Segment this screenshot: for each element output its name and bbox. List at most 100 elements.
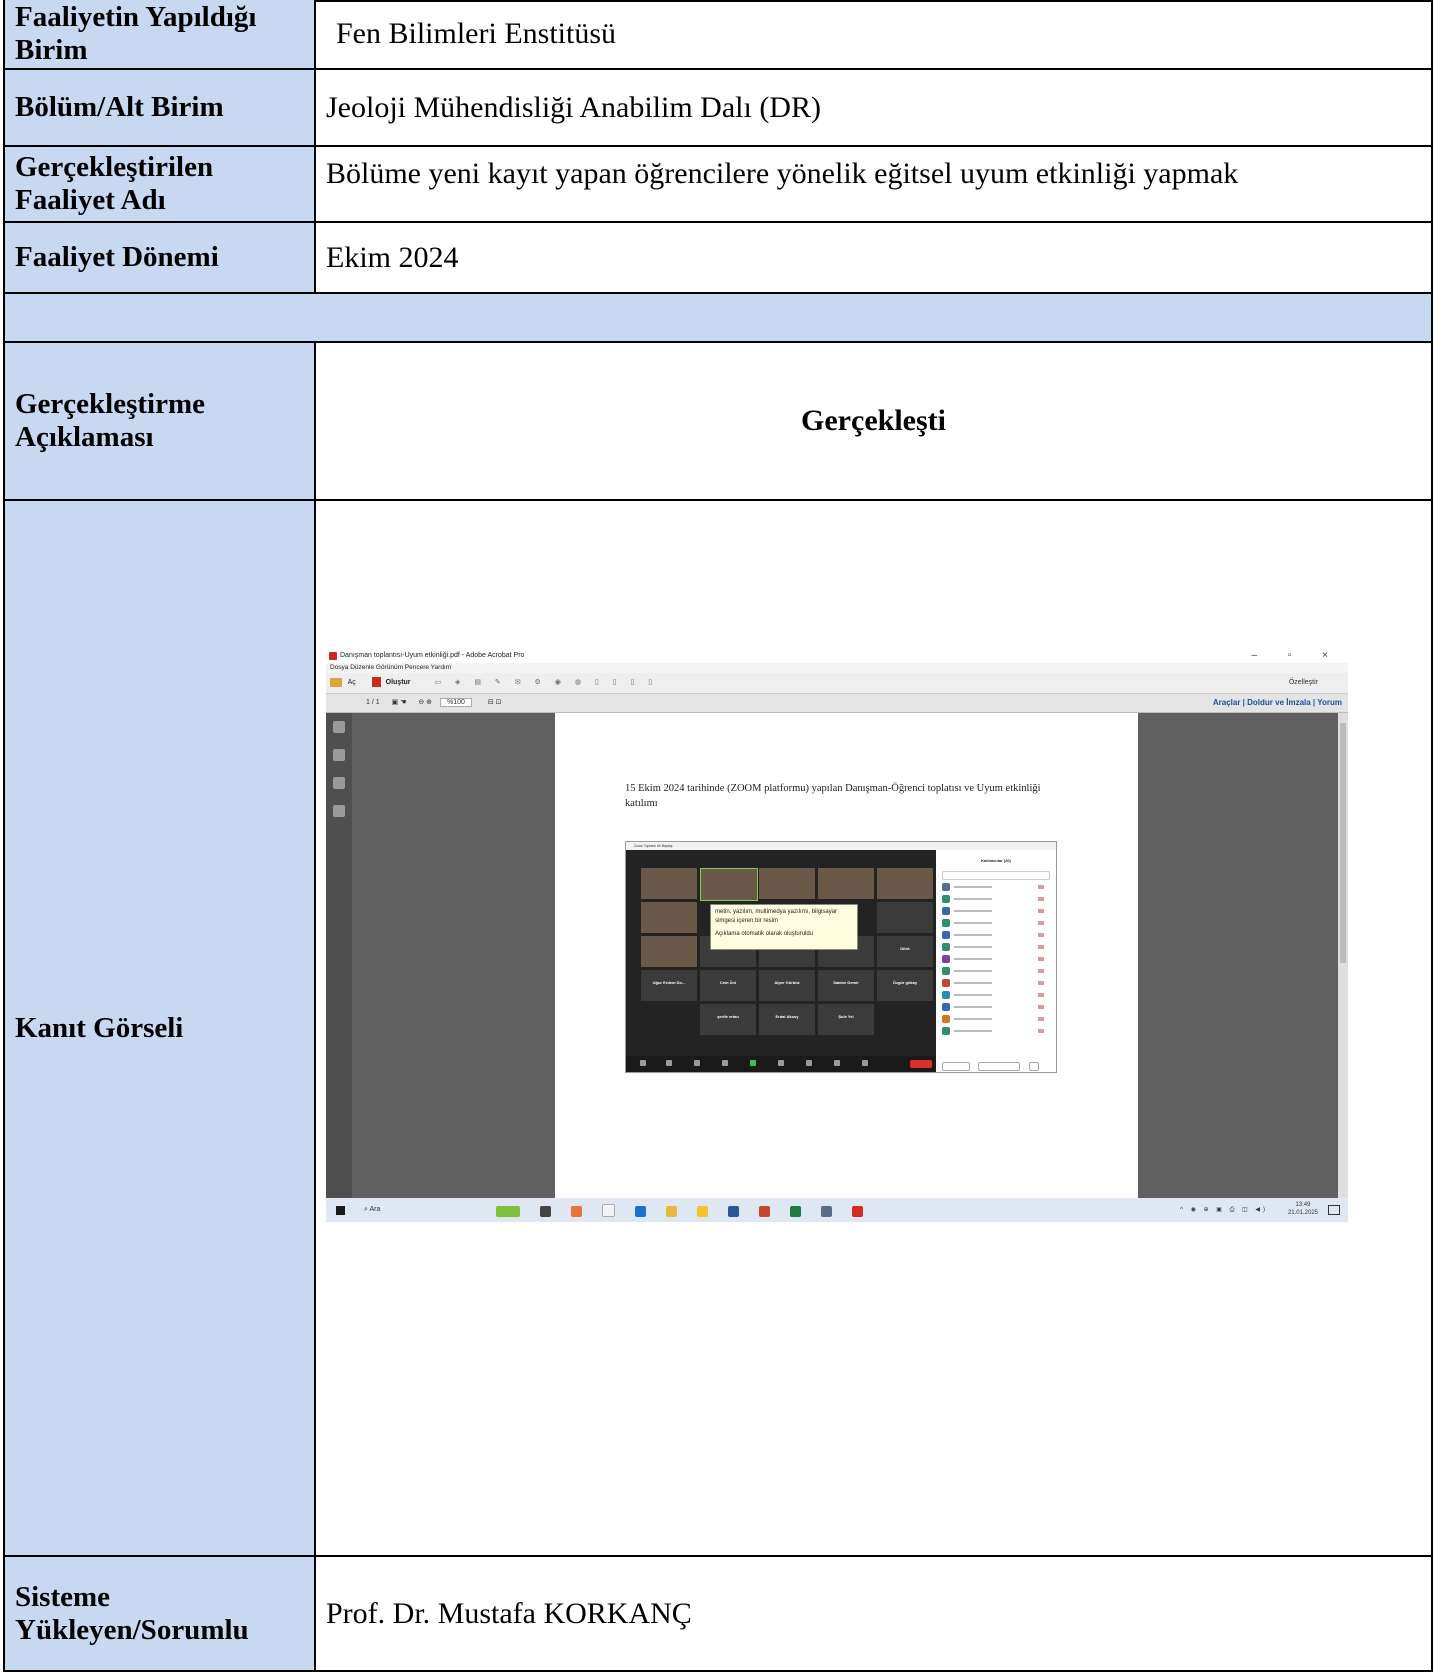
participant-item[interactable] xyxy=(940,1014,1052,1024)
mute-all-button[interactable] xyxy=(978,1062,1021,1071)
attachment-icon[interactable] xyxy=(333,777,345,789)
main-toolbar: Aç Oluştur ▭ ◈ ▤ ✎ ✉ ⚙ ◉ ◍ ▯ ▯ ▯ ▯ xyxy=(326,673,1348,694)
pdf-page: 15 Ekim 2024 tarihinde (ZOOM platformu) … xyxy=(555,713,1138,1198)
end-meeting-button[interactable] xyxy=(910,1060,932,1068)
participant-item[interactable] xyxy=(940,930,1052,940)
participant-item[interactable] xyxy=(940,1002,1052,1012)
clock-date: 21.01.2025 xyxy=(1287,1210,1318,1216)
widget-icon[interactable] xyxy=(496,1206,520,1217)
tile-name: Sabine Demir xyxy=(833,980,859,985)
page-navigation[interactable]: 1 / 1 xyxy=(366,699,380,706)
label-activity-name: Gerçekleştirilen Faaliyet Adı xyxy=(3,147,316,221)
tile-name: şerife ertan xyxy=(717,1014,739,1019)
pdf-icon xyxy=(329,652,337,660)
video-tile: Alper Gürbüz xyxy=(759,970,815,1001)
security-icon[interactable] xyxy=(694,1060,700,1066)
create-button[interactable]: Oluştur xyxy=(386,679,411,686)
taskbar-clock[interactable]: 13:49 21.01.2025 xyxy=(1288,1201,1318,1217)
right-tool-tabs[interactable]: Araçlar | Doldur ve İmzala | Yorum xyxy=(1213,694,1342,712)
chat-icon[interactable] xyxy=(778,1060,784,1066)
participant-item[interactable] xyxy=(940,990,1052,1000)
taskbar-apps xyxy=(496,1204,883,1219)
file-icon[interactable] xyxy=(602,1204,615,1217)
bookmark-icon[interactable] xyxy=(333,749,345,761)
tile-name: Dilek xyxy=(900,946,910,951)
invite-button[interactable] xyxy=(942,1062,970,1071)
copilot-icon[interactable] xyxy=(571,1206,582,1217)
fit-page-icon[interactable]: ⊟ ⊡ xyxy=(488,699,502,706)
video-tile xyxy=(700,868,758,901)
signature-icon[interactable] xyxy=(333,805,345,817)
participant-search[interactable] xyxy=(942,871,1050,880)
participant-item[interactable] xyxy=(940,918,1052,928)
video-tile: Dilek xyxy=(877,936,933,967)
camera-icon[interactable] xyxy=(666,1060,672,1066)
video-tile xyxy=(818,868,874,899)
powerpoint-icon[interactable] xyxy=(759,1206,770,1217)
value-description: Gerçekleşti xyxy=(316,343,1433,499)
select-tool-icon[interactable]: ▣ ☚ xyxy=(392,699,407,706)
create-pdf-icon[interactable] xyxy=(371,677,381,688)
video-tile xyxy=(877,902,933,933)
value-activity-name: Bölüme yeni kayıt yapan öğrencilere yöne… xyxy=(316,147,1433,221)
reactions-icon[interactable] xyxy=(806,1060,812,1066)
share-screen-icon[interactable] xyxy=(750,1060,756,1066)
row-department: Bölüm/Alt Birim Jeoloji Mühendisliği Ana… xyxy=(3,70,1433,147)
video-tile xyxy=(759,868,815,899)
video-tile: şerife ertan xyxy=(700,1004,756,1035)
zoom-controls-bar xyxy=(626,1056,936,1072)
participant-item[interactable] xyxy=(940,954,1052,964)
tooltip-description: metin, yazılım, multimedya yazılımı, bil… xyxy=(715,909,838,924)
participant-item[interactable] xyxy=(940,894,1052,904)
participant-item[interactable] xyxy=(940,882,1052,892)
mic-icon[interactable] xyxy=(640,1060,646,1066)
video-tile: Sabine Demir xyxy=(818,970,874,1001)
word-icon[interactable] xyxy=(728,1206,739,1217)
explorer-icon[interactable] xyxy=(697,1206,708,1217)
tile-name: Alper Gürbüz xyxy=(774,980,800,985)
more-icon[interactable] xyxy=(862,1060,868,1066)
panel-buttons xyxy=(942,1058,1050,1071)
participant-item[interactable] xyxy=(940,942,1052,952)
toolbar-icons[interactable]: ▭ ◈ ▤ ✎ ✉ ⚙ ◉ ◍ ▯ ▯ ▯ ▯ xyxy=(434,679,658,686)
zoom-out-icon[interactable]: ⊖ ⊕ xyxy=(418,699,432,706)
taskbar-search[interactable]: ⌕ Ara xyxy=(364,1205,380,1215)
window-controls[interactable]: – ▫ × xyxy=(1251,649,1342,663)
excel-icon[interactable] xyxy=(790,1206,801,1217)
acrobat-icon[interactable] xyxy=(852,1206,863,1217)
value-unit: Fen Bilimleri Enstitüsü xyxy=(316,0,1433,68)
label-department: Bölüm/Alt Birim xyxy=(3,70,316,145)
open-button[interactable]: Aç xyxy=(348,679,356,686)
page-caption: 15 Ekim 2024 tarihinde (ZOOM platformu) … xyxy=(625,783,1041,809)
zoom-meeting-screenshot: Zoom Toplantı Ali Baştaş Dilek Uğur Erde… xyxy=(625,841,1057,1073)
clock-time: 13:49 xyxy=(1295,1202,1311,1208)
vertical-scrollbar[interactable] xyxy=(1338,713,1348,1198)
participant-item[interactable] xyxy=(940,906,1052,916)
pages-icon[interactable] xyxy=(333,721,345,733)
menu-bar[interactable]: Dosya Düzenle Görünüm Pencere Yardım xyxy=(326,663,1348,673)
participants-title: Katılımcılar (20) xyxy=(981,858,1011,863)
chrome-icon[interactable] xyxy=(666,1206,677,1217)
zoom-window-title: Zoom Toplantı Ali Baştaş xyxy=(626,842,1056,850)
customize-button[interactable]: Özelleştir xyxy=(1289,673,1318,693)
participant-item[interactable] xyxy=(940,1026,1052,1036)
participant-item[interactable] xyxy=(940,966,1052,976)
participants-icon[interactable] xyxy=(722,1060,728,1066)
notification-icon[interactable] xyxy=(1328,1205,1340,1215)
outlook-icon[interactable] xyxy=(635,1206,646,1217)
navigation-pane xyxy=(326,713,352,1198)
folder-icon[interactable] xyxy=(330,677,342,687)
system-tray-icons[interactable]: ^ ◉ ⊕ ▣ ⎙ ◫ ◀) xyxy=(1180,1206,1268,1214)
scroll-thumb[interactable] xyxy=(1340,723,1346,963)
task-view-icon[interactable] xyxy=(540,1206,551,1217)
windows-start-icon[interactable] xyxy=(336,1206,345,1215)
participant-item[interactable] xyxy=(940,978,1052,988)
calculator-icon[interactable] xyxy=(821,1206,832,1217)
row-period: Faaliyet Dönemi Ekim 2024 xyxy=(3,223,1433,294)
label-evidence: Kanıt Görseli xyxy=(3,501,316,1555)
zoom-level-input[interactable]: %100 xyxy=(440,698,472,707)
apps-icon[interactable] xyxy=(834,1060,840,1066)
value-period: Ekim 2024 xyxy=(316,223,1433,292)
more-options-button[interactable] xyxy=(1028,1062,1039,1071)
row-unit: Faaliyetin Yapıldığı Birim Fen Bilimleri… xyxy=(3,0,1433,70)
